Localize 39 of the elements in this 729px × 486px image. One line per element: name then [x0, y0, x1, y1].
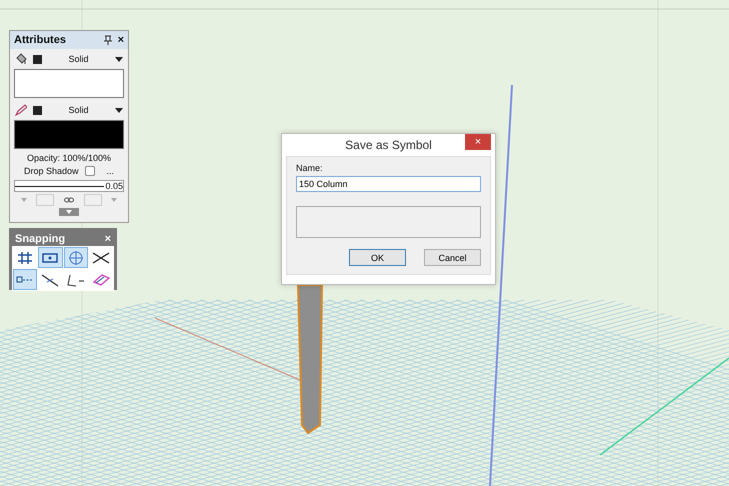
intersection-icon: [92, 252, 110, 264]
snap-button[interactable]: [38, 247, 62, 268]
cancel-button[interactable]: Cancel: [424, 249, 481, 266]
color-swatch[interactable]: [33, 106, 42, 114]
dialog-title: Save as Symbol: [345, 138, 432, 152]
diagonal-line-icon: [41, 272, 60, 286]
drop-shadow-checkbox[interactable]: [84, 166, 95, 176]
tag-icon: [92, 274, 110, 286]
name-field[interactable]: 150 Column: [296, 176, 481, 192]
name-label: Name:: [296, 163, 324, 173]
close-button[interactable]: ×: [104, 232, 111, 244]
pin-icon[interactable]: [104, 35, 112, 45]
fill-style[interactable]: Solid: [48, 54, 109, 64]
link-icon[interactable]: [64, 197, 74, 203]
input-field[interactable]: [36, 194, 54, 206]
snap-button[interactable]: [13, 269, 38, 290]
color-swatch[interactable]: [33, 54, 42, 64]
rectangle-icon: [42, 252, 58, 264]
pen-style[interactable]: Solid: [48, 105, 109, 115]
paint-bucket-icon: [15, 53, 27, 65]
palette-title: Snapping: [15, 232, 66, 244]
dashed-line-icon: [16, 276, 34, 284]
down-arrow-icon: [66, 210, 72, 214]
angle-icon: [66, 272, 85, 286]
line-weight-field[interactable]: 0.05: [14, 180, 124, 192]
input-field[interactable]: [84, 194, 102, 206]
dropdown-icon[interactable]: [115, 56, 123, 62]
close-button[interactable]: ×: [118, 34, 124, 46]
more-button[interactable]: ...: [106, 166, 114, 176]
crosshair-icon: [68, 250, 84, 266]
grid-icon: [17, 250, 34, 264]
expand-button[interactable]: [59, 208, 79, 216]
close-button[interactable]: ×: [465, 134, 491, 150]
drop-shadow-label: Drop Shadow: [24, 166, 79, 176]
ok-button[interactable]: OK: [349, 249, 406, 266]
dropdown-icon[interactable]: [115, 108, 123, 112]
opacity-label[interactable]: Opacity: 100%/100%: [10, 153, 128, 163]
pencil-icon: [15, 104, 27, 116]
palette-title: Attributes: [14, 34, 67, 46]
